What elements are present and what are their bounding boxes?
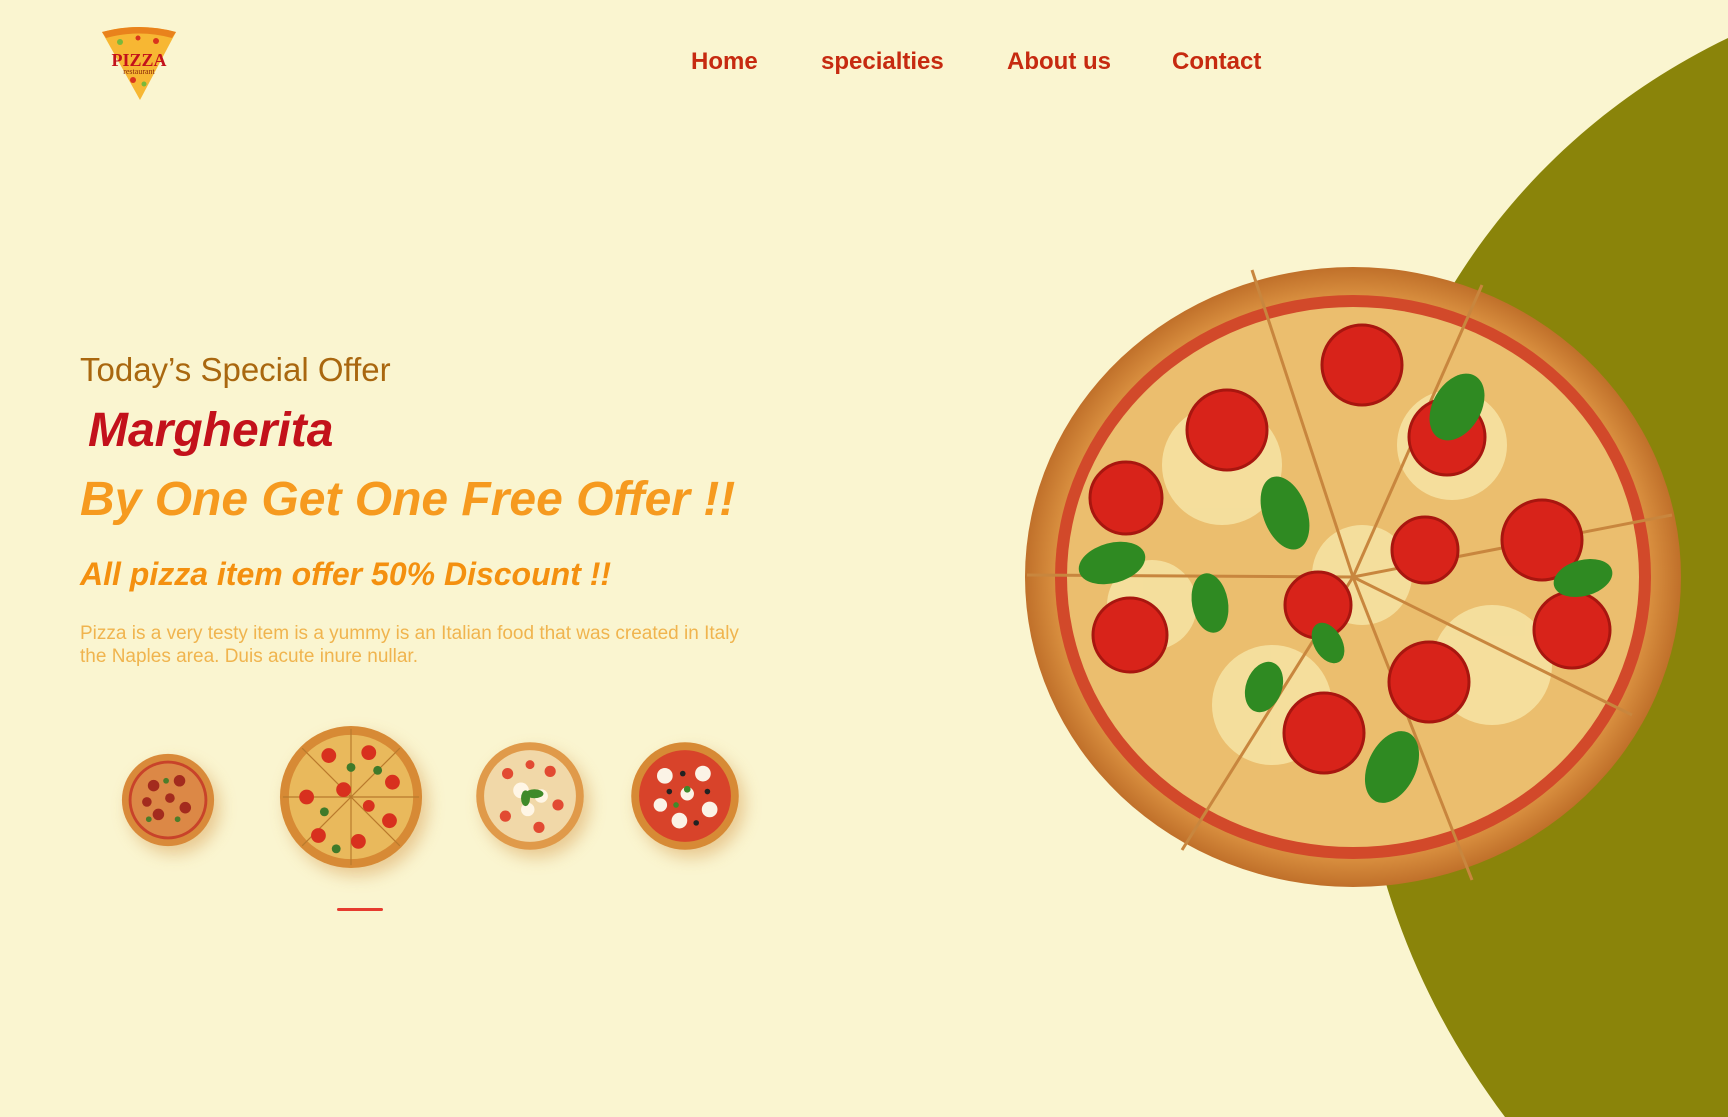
pizza-thumbnail-icon <box>631 742 739 850</box>
pizza-thumbnail-3[interactable] <box>474 740 586 852</box>
pizza-thumbnail-icon <box>476 742 584 850</box>
pizza-thumbnail-1[interactable] <box>120 752 216 848</box>
pizza-slice-logo-icon: PIZZA restaurant <box>102 27 176 100</box>
pizza-restaurant-logo[interactable]: PIZZA restaurant <box>98 22 180 102</box>
margherita-pizza-icon <box>1025 267 1681 887</box>
bogo-offer-heading: By One Get One Free Offer !! <box>80 473 736 526</box>
pizza-thumbnail-4[interactable] <box>629 740 741 852</box>
hero-pizza-image <box>1022 265 1684 890</box>
carousel-active-indicator <box>337 908 383 911</box>
pizza-thumbnail-icon <box>121 753 215 847</box>
special-offer-eyebrow: Today’s Special Offer <box>80 351 391 388</box>
discount-heading: All pizza item offer 50% Discount !! <box>80 556 612 592</box>
nav-contact-link[interactable]: Contact <box>1172 48 1261 76</box>
nav-specialties-link[interactable]: specialties <box>821 48 944 76</box>
logo-sub: restaurant <box>123 67 155 76</box>
dish-title: Margherita <box>88 404 334 457</box>
pizza-thumbnail-2[interactable] <box>277 723 425 871</box>
pizza-thumbnail-icon <box>279 725 423 869</box>
nav-about-link[interactable]: About us <box>1007 48 1111 76</box>
hero-description: Pizza is a very testy item is a yummy is… <box>80 623 739 667</box>
nav-home-link[interactable]: Home <box>691 48 758 76</box>
